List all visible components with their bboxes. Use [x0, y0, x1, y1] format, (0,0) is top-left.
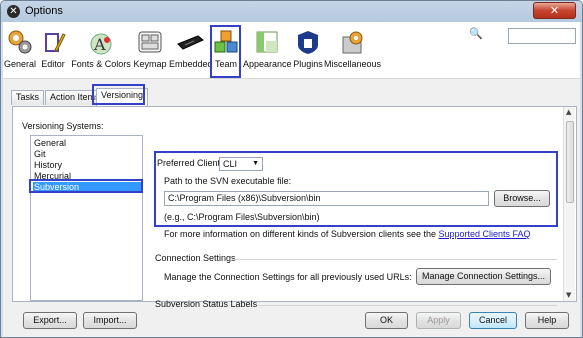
connection-settings-heading: Connection Settings: [155, 253, 236, 263]
dialog-body: General Editor A Fonts & Colors Keymap E…: [3, 22, 580, 337]
list-item-git[interactable]: Git: [33, 149, 141, 160]
apply-button[interactable]: Apply: [416, 312, 461, 329]
window-title: Options: [25, 5, 63, 17]
help-button[interactable]: Help: [525, 312, 569, 329]
team-highlight: [210, 25, 241, 78]
toolbar-item-embedded[interactable]: Embedded: [169, 26, 213, 69]
versioning-systems-list[interactable]: General Git History Mercurial Subversion: [30, 135, 143, 301]
versioning-panel: Versioning Systems: General Git History …: [12, 106, 577, 309]
toolbar-label-embedded: Embedded: [169, 59, 213, 69]
chip-icon: [176, 28, 204, 56]
toolbar-label-fonts-colors: Fonts & Colors: [71, 59, 131, 69]
editor-icon: [39, 28, 67, 56]
toolbar-label-general: General: [3, 59, 37, 69]
more-info-line: For more information on different kinds …: [164, 229, 531, 239]
search-icon: 🔍: [469, 27, 483, 40]
toolbar-item-editor[interactable]: Editor: [38, 26, 68, 69]
supported-clients-faq-link[interactable]: Supported Clients FAQ: [439, 229, 531, 239]
search-input[interactable]: [508, 28, 576, 44]
panel-scrollbar[interactable]: ▲ ▼: [563, 107, 575, 301]
app-icon: ✕: [7, 5, 20, 18]
list-item-history[interactable]: History: [33, 160, 141, 171]
plugin-icon: [294, 28, 322, 56]
scroll-up-icon[interactable]: ▲: [566, 108, 571, 116]
category-toolbar: General Editor A Fonts & Colors Keymap E…: [3, 22, 580, 79]
tab-strip: Tasks Action Items Versioning: [3, 79, 580, 106]
fonts-colors-icon: A: [87, 28, 115, 56]
toolbar-label-keymap: Keymap: [133, 59, 167, 69]
subversion-highlight: [29, 179, 143, 193]
toolbar-item-appearance[interactable]: Appearance: [243, 26, 292, 69]
tab-tasks[interactable]: Tasks: [11, 90, 45, 105]
close-button[interactable]: ✕: [533, 2, 576, 19]
toolbar-item-keymap[interactable]: Keymap: [132, 26, 168, 69]
scroll-down-icon[interactable]: ▼: [566, 291, 571, 299]
versioning-tab-highlight: [92, 84, 145, 105]
toolbar-item-plugins[interactable]: Plugins: [292, 26, 324, 69]
keyboard-icon: [136, 28, 164, 56]
cancel-button[interactable]: Cancel: [469, 312, 517, 329]
export-button[interactable]: Export...: [23, 312, 77, 329]
connection-settings-text: Manage the Connection Settings for all p…: [164, 272, 412, 282]
title-bar[interactable]: ✕ Options ✕: [1, 1, 582, 22]
toolbar-label-miscellaneous: Miscellaneous: [324, 59, 382, 69]
list-item-general[interactable]: General: [33, 138, 141, 149]
toolbar-item-fonts-colors[interactable]: A Fonts & Colors: [70, 26, 132, 69]
toolbar-label-appearance: Appearance: [243, 59, 292, 69]
more-info-text: For more information on different kinds …: [164, 229, 436, 239]
gear-icon: [6, 28, 34, 56]
versioning-systems-label: Versioning Systems:: [22, 121, 104, 131]
misc-icon: [338, 28, 366, 56]
scrollbar-thumb[interactable]: [566, 121, 574, 203]
ok-button[interactable]: OK: [365, 312, 408, 329]
connection-settings-separator: [230, 259, 557, 260]
toolbar-label-plugins: Plugins: [293, 59, 323, 69]
import-button[interactable]: Import...: [83, 312, 137, 329]
options-window: ✕ Options ✕ General Editor A Fonts & Col…: [0, 0, 583, 338]
toolbar-item-general[interactable]: General: [3, 26, 37, 69]
appearance-icon: [253, 28, 281, 56]
svg-text:A: A: [93, 35, 106, 54]
dialog-buttons: Export... Import... OK Apply Cancel Help: [3, 305, 580, 337]
toolbar-item-miscellaneous[interactable]: Miscellaneous: [324, 26, 382, 69]
client-settings-highlight: [154, 151, 558, 227]
manage-connection-settings-button[interactable]: Manage Connection Settings...: [416, 268, 551, 285]
toolbar-label-editor: Editor: [41, 59, 65, 69]
